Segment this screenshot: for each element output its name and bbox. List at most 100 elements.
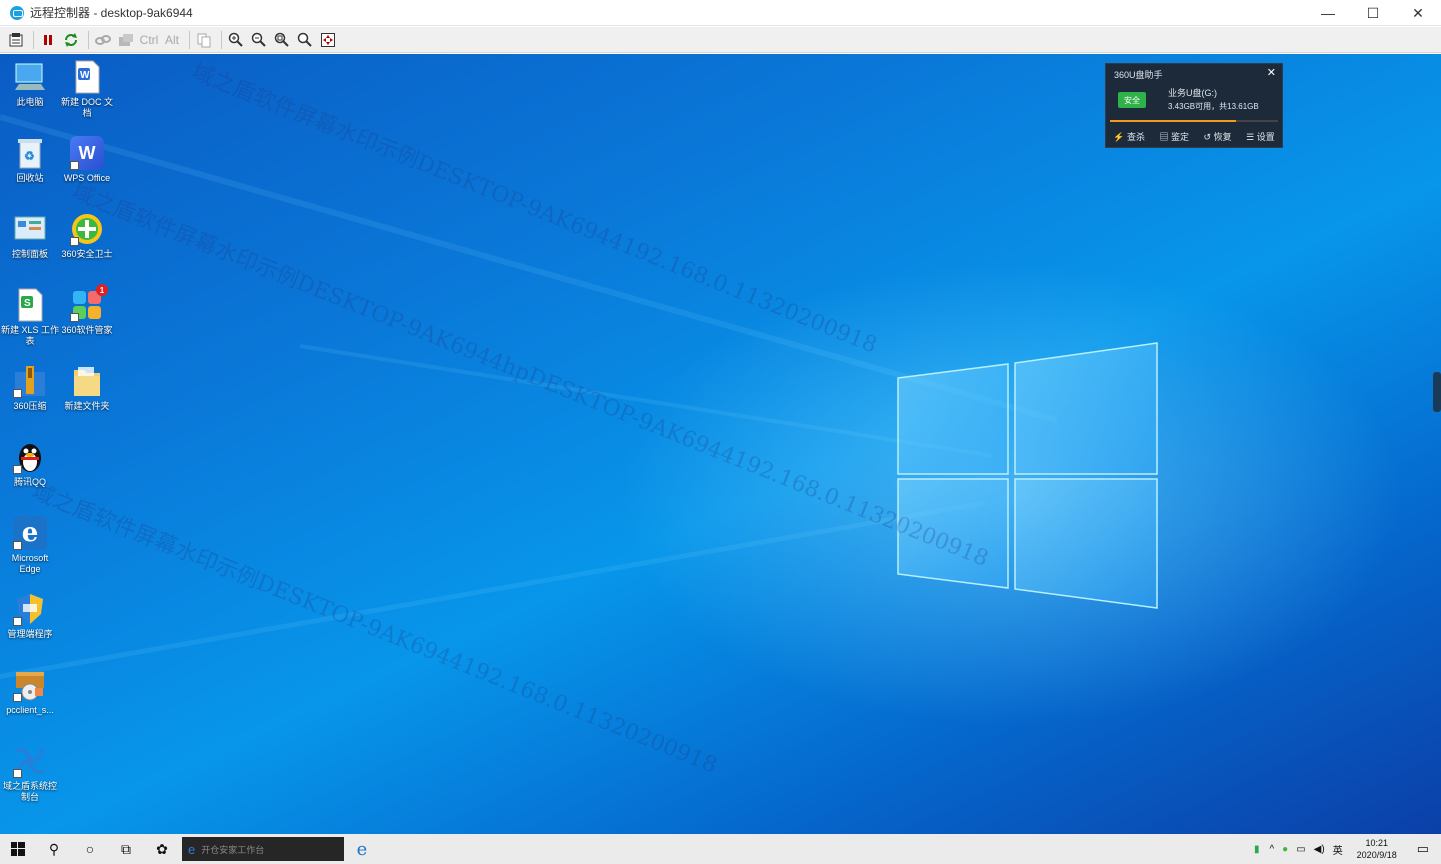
zoom-in-icon[interactable] bbox=[226, 30, 246, 50]
settings-button[interactable]: ☰ 设置 bbox=[1246, 130, 1275, 143]
console-swirl-icon bbox=[13, 744, 47, 778]
popup-actions: ⚡ 查杀 ▤ 鉴定 ↺ 恢复 ☰ 设置 bbox=[1106, 130, 1282, 143]
folder-icon bbox=[70, 364, 104, 398]
edge-browser-icon: e bbox=[13, 516, 47, 550]
task-view-icon[interactable]: ⧉ bbox=[108, 834, 144, 864]
window-title: 远程控制器 - desktop-9ak6944 bbox=[30, 6, 193, 20]
ie-icon: e bbox=[188, 841, 196, 857]
shortcut-arrow-icon bbox=[13, 769, 22, 778]
icon-label: 管理端程序 bbox=[7, 629, 53, 639]
ime-indicator[interactable]: 英 bbox=[1333, 842, 1343, 857]
search-placeholder: 开仓安家工作台 bbox=[201, 844, 265, 855]
copy-icon[interactable] bbox=[194, 30, 214, 50]
360-tray-icon[interactable]: ● bbox=[1282, 844, 1288, 855]
installer-package-icon bbox=[13, 668, 47, 702]
desktop-icon-wps[interactable]: W WPS Office bbox=[59, 136, 115, 184]
desktop-icon-360zip[interactable]: 360压缩 bbox=[2, 364, 58, 412]
shortcut-arrow-icon bbox=[70, 161, 79, 170]
usb-helper-popup: 360U盘助手 ✕ 安全 业务U盘(G:) 3.43GB可用，共13.61GB … bbox=[1105, 63, 1283, 148]
restore-button[interactable]: ↺ 恢复 bbox=[1204, 130, 1232, 143]
spreadsheet-file-icon: S bbox=[13, 288, 47, 322]
edge-taskbar-icon[interactable]: e bbox=[344, 834, 380, 864]
archive-icon bbox=[13, 364, 47, 398]
desktop-icon-xls[interactable]: S 新建 XLS 工作表 bbox=[0, 288, 59, 347]
usb-tray-icon[interactable]: ▮ bbox=[1254, 844, 1260, 855]
icon-label: pcclient_s... bbox=[6, 705, 54, 715]
scan-button[interactable]: ⚡ 查杀 bbox=[1113, 130, 1145, 143]
software-manager-icon: 1 bbox=[70, 284, 108, 322]
taskbar: ⚲ ○ ⧉ ✿ e 开仓安家工作台 e ▮ ^ ● ▭ ◀) 英 10:21 2… bbox=[0, 834, 1441, 864]
fullscreen-icon[interactable] bbox=[318, 30, 338, 50]
safe-status-badge: 安全 bbox=[1118, 92, 1146, 108]
toolbar-separator bbox=[88, 30, 89, 49]
svg-text:♻: ♻ bbox=[24, 149, 35, 163]
alt-key-button[interactable]: Alt bbox=[162, 30, 182, 50]
icon-label: 360软件管家 bbox=[61, 325, 113, 335]
icon-label: 回收站 bbox=[16, 173, 44, 183]
drive-usage-fill bbox=[1110, 120, 1236, 122]
pause-icon[interactable] bbox=[38, 30, 58, 50]
minimize-button[interactable]: — bbox=[1305, 0, 1351, 26]
desktop-icon-admin-program[interactable]: 管理端程序 bbox=[2, 592, 58, 640]
icon-label: 新建 DOC 文档 bbox=[60, 97, 113, 118]
remote-desktop[interactable]: 域之盾软件屏幕水印示例DESKTOP-9AK6944192.168.0.1132… bbox=[0, 54, 1441, 834]
icon-label: Microsoft Edge bbox=[11, 553, 49, 574]
window-title-bar[interactable]: 远程控制器 - desktop-9ak6944 — ☐ ✕ bbox=[0, 0, 1441, 26]
clock[interactable]: 10:21 2020/9/18 bbox=[1347, 837, 1407, 861]
taskbar-search-input[interactable]: e 开仓安家工作台 bbox=[182, 837, 344, 861]
word-document-icon: W bbox=[70, 60, 104, 94]
zoom-actual-icon[interactable] bbox=[295, 30, 315, 50]
toolbar-separator bbox=[221, 30, 222, 49]
app-butterfly-icon[interactable]: ✿ bbox=[144, 834, 180, 864]
control-panel-icon bbox=[13, 212, 47, 246]
identify-button[interactable]: ▤ 鉴定 bbox=[1160, 130, 1190, 143]
side-handle[interactable] bbox=[1433, 372, 1441, 412]
desktop-icon-qq[interactable]: 腾讯QQ bbox=[2, 440, 58, 488]
ctrl-key-button[interactable]: Ctrl bbox=[139, 30, 159, 50]
zoom-fit-icon[interactable] bbox=[272, 30, 292, 50]
zoom-out-icon[interactable] bbox=[249, 30, 269, 50]
notification-center-icon[interactable]: ▭ bbox=[1417, 841, 1429, 857]
desktop-icon-doc[interactable]: W 新建 DOC 文档 bbox=[59, 60, 115, 119]
icon-label: 新建 XLS 工作表 bbox=[0, 325, 59, 346]
icon-label: 域之盾系统控制台 bbox=[2, 781, 57, 802]
desktop-icon-control-panel[interactable]: 控制面板 bbox=[2, 212, 58, 260]
desktop-icon-yzd-console[interactable]: 域之盾系统控制台 bbox=[2, 744, 58, 803]
svg-text:W: W bbox=[80, 70, 90, 81]
notification-badge: 1 bbox=[96, 284, 108, 296]
desktop-icon-this-pc[interactable]: 此电脑 bbox=[2, 60, 58, 108]
system-tray: ▮ ^ ● ▭ ◀) 英 10:21 2020/9/18 ▭ bbox=[1248, 834, 1441, 864]
qq-penguin-icon bbox=[13, 440, 47, 474]
computer-icon bbox=[13, 60, 47, 94]
send-keys-icon[interactable] bbox=[116, 30, 136, 50]
volume-icon[interactable]: ◀) bbox=[1314, 844, 1325, 855]
maximize-button[interactable]: ☐ bbox=[1350, 0, 1396, 26]
chevron-up-icon[interactable]: ^ bbox=[1269, 844, 1274, 855]
desktop-icon-360-safe[interactable]: 360安全卫士 bbox=[59, 212, 115, 260]
refresh-icon[interactable] bbox=[61, 30, 81, 50]
search-icon[interactable]: ⚲ bbox=[36, 834, 72, 864]
remote-control-app-icon bbox=[10, 5, 24, 20]
start-button[interactable] bbox=[0, 834, 36, 864]
icon-label: 新建文件夹 bbox=[64, 401, 110, 411]
cortana-icon[interactable]: ○ bbox=[72, 834, 108, 864]
close-button[interactable]: ✕ bbox=[1395, 0, 1441, 26]
admin-shield-icon bbox=[13, 592, 47, 626]
desktop-icon-recycle-bin[interactable]: ♻ 回收站 bbox=[2, 136, 58, 184]
icon-label: 控制面板 bbox=[11, 249, 48, 259]
shortcut-arrow-icon bbox=[70, 313, 79, 322]
desktop-icon-360-software[interactable]: 1 360软件管家 bbox=[59, 284, 115, 336]
drive-name: 业务U盘(G:) bbox=[1168, 88, 1217, 98]
popup-close-icon[interactable]: ✕ bbox=[1267, 66, 1276, 79]
desktop-icon-new-folder[interactable]: 新建文件夹 bbox=[59, 364, 115, 412]
toolbar-separator bbox=[33, 30, 34, 49]
properties-icon[interactable] bbox=[6, 30, 26, 50]
shortcut-arrow-icon bbox=[13, 541, 22, 550]
desktop-icon-pcclient[interactable]: pcclient_s... bbox=[2, 668, 58, 716]
drive-usage-bar bbox=[1110, 120, 1278, 122]
desktop-icon-edge[interactable]: e Microsoft Edge bbox=[2, 516, 58, 575]
clock-time: 10:21 bbox=[1365, 838, 1388, 848]
link-icon[interactable] bbox=[93, 30, 113, 50]
icon-label: 360安全卫士 bbox=[61, 249, 113, 259]
network-icon[interactable]: ▭ bbox=[1296, 844, 1305, 855]
